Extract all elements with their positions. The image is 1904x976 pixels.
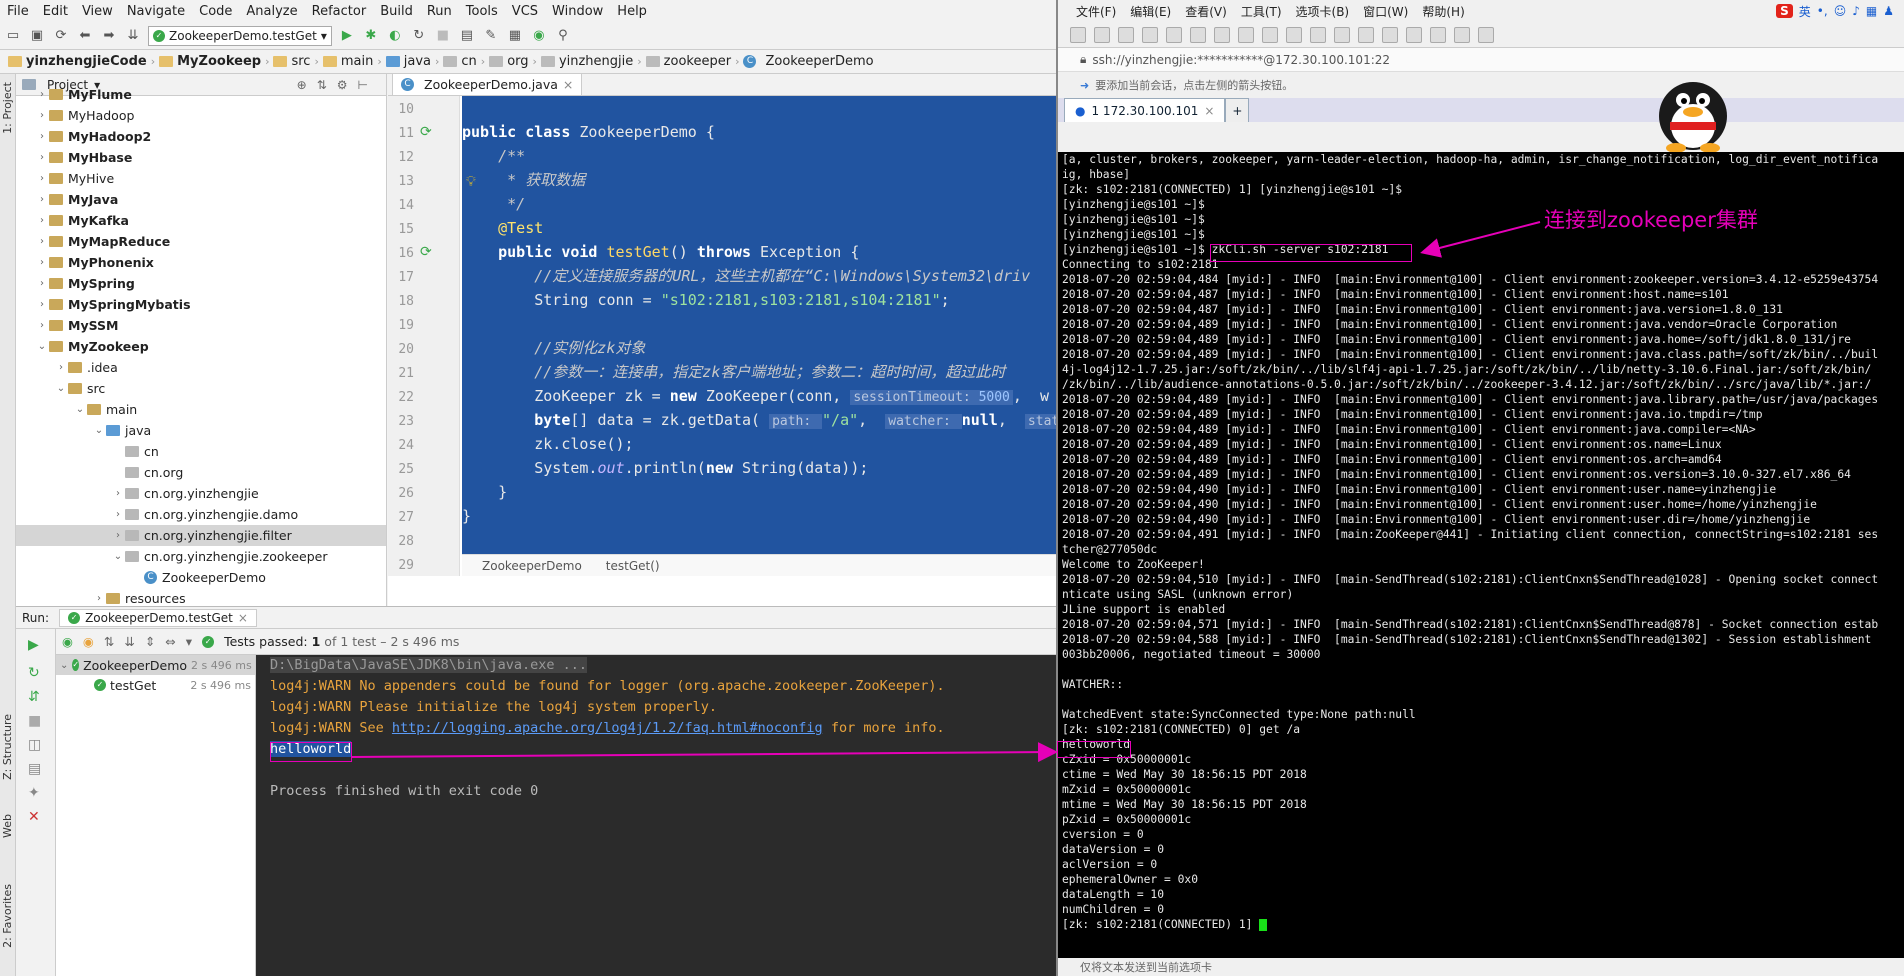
- annotation-arrow-output: [351, 742, 1058, 763]
- annotation-arrows: [351, 221, 1541, 763]
- annotation-arrow-command: [1420, 221, 1541, 258]
